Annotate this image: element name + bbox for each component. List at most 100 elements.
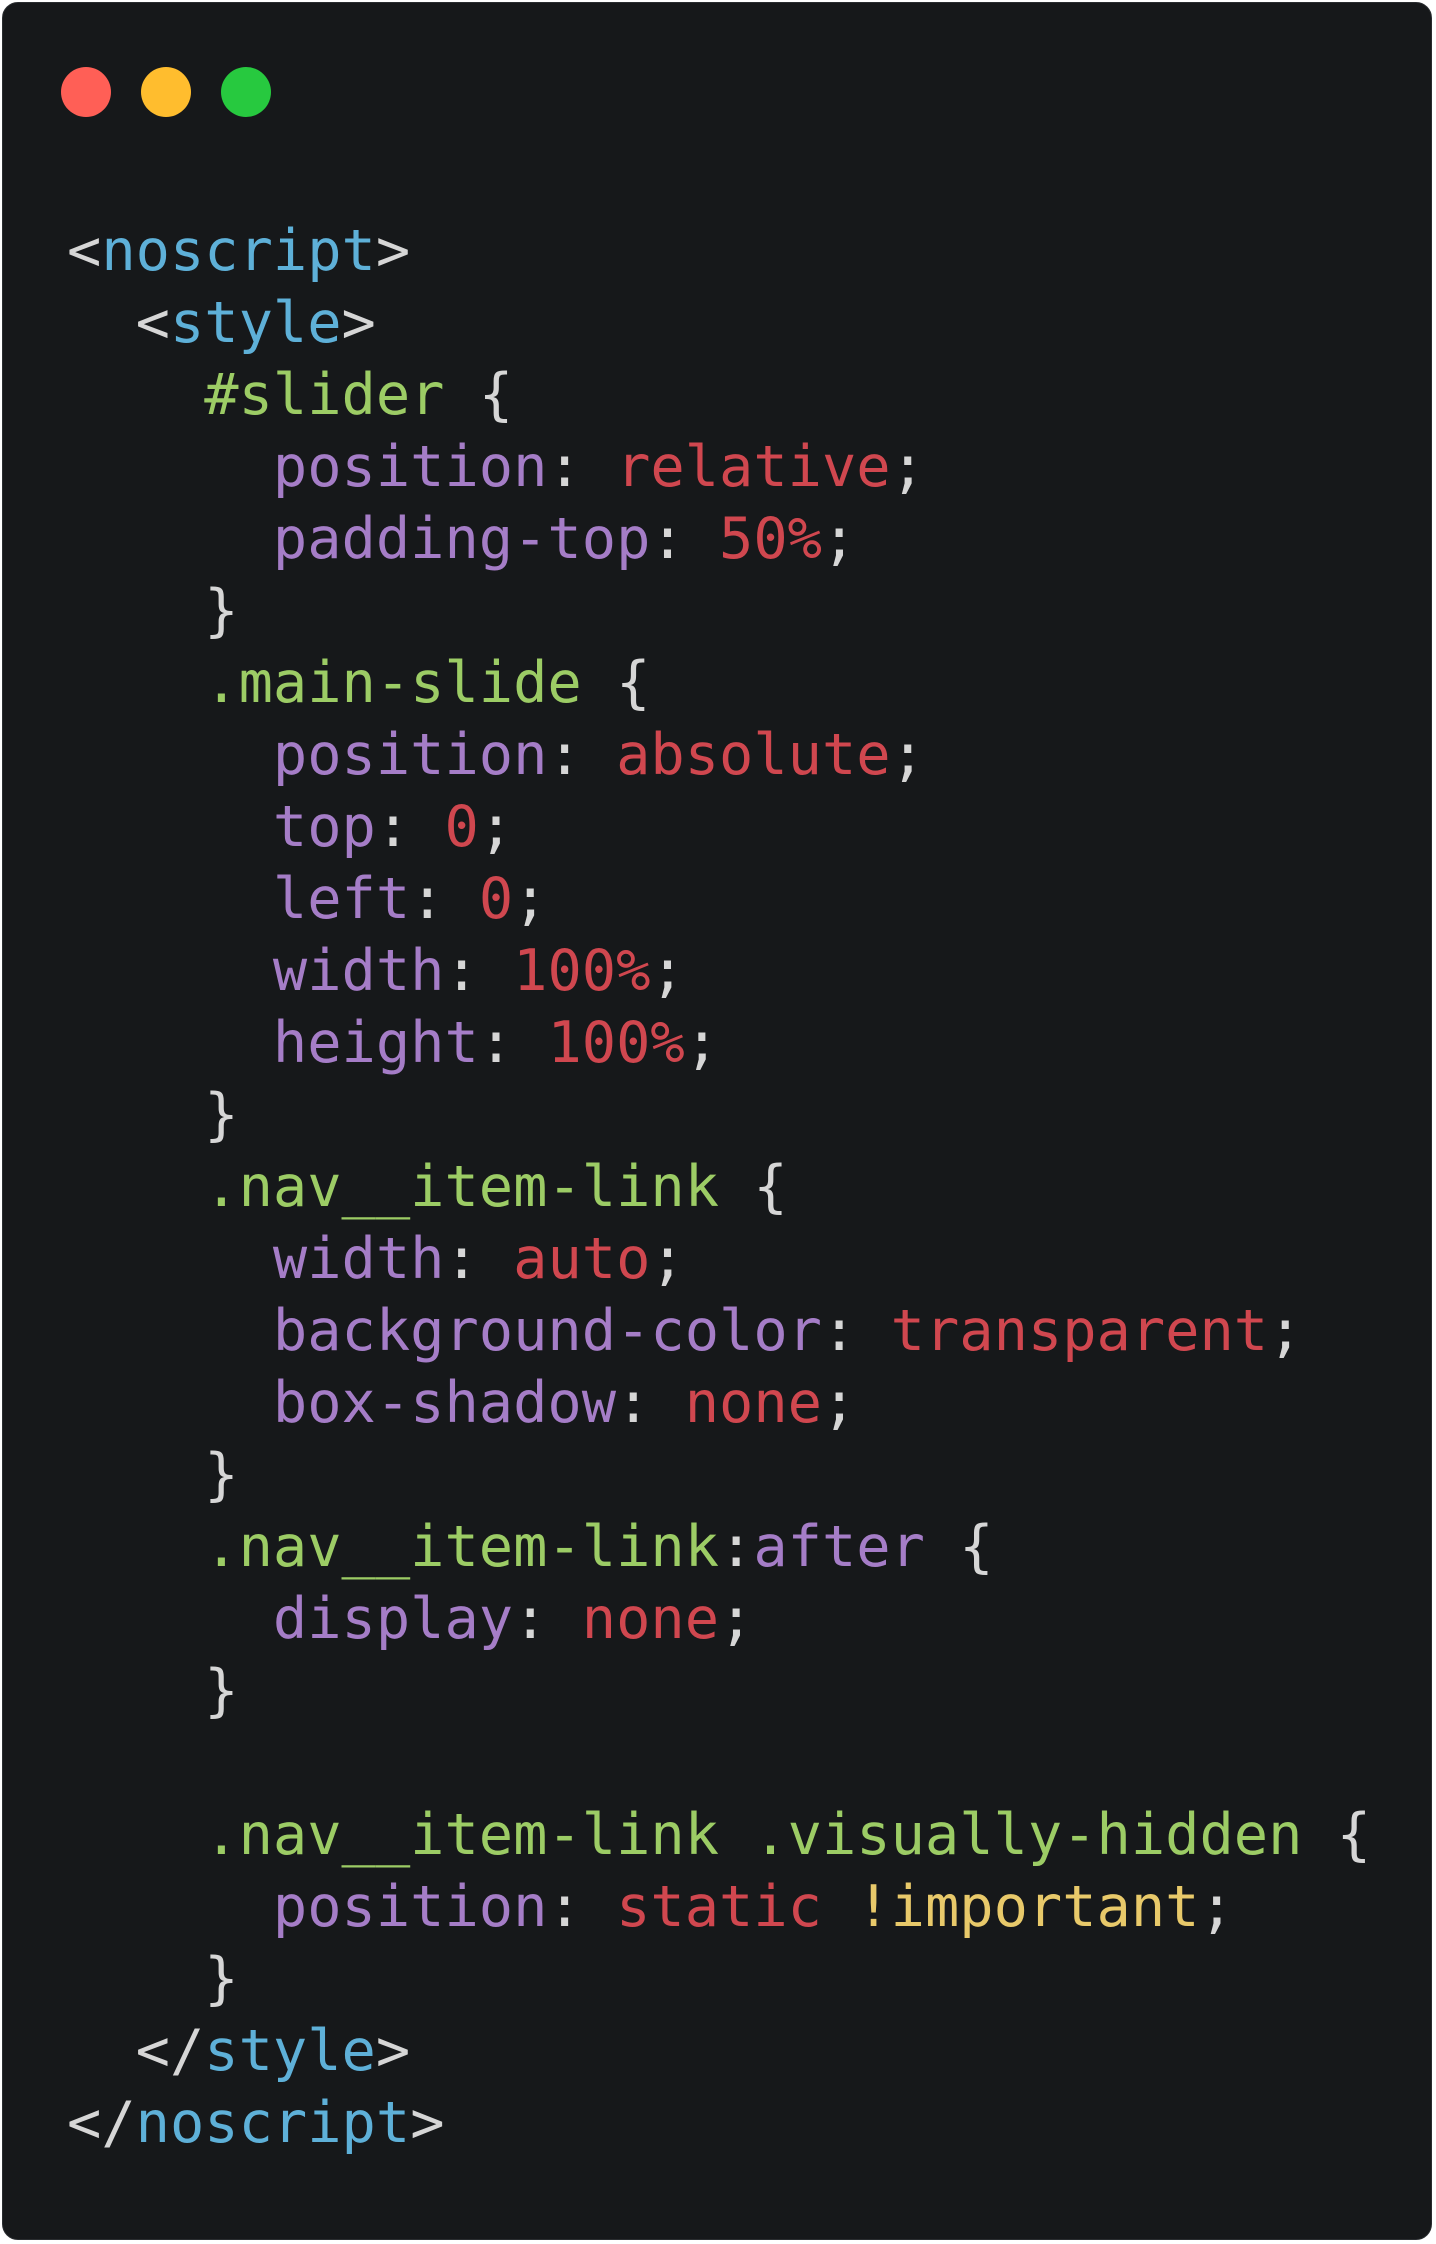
code-token-selector: #slider (67, 362, 445, 428)
minimize-button[interactable] (141, 67, 191, 117)
code-line: .nav__item-link .visually-hidden { (67, 1799, 1371, 1871)
code-line: } (67, 1079, 1371, 1151)
code-line: padding-top: 50%; (67, 503, 1371, 575)
code-token-property: position (67, 434, 548, 500)
code-token-punctuation: ; (890, 434, 925, 500)
code-line: <style> (67, 287, 1371, 359)
code-token-value: auto (513, 1226, 651, 1292)
code-line: .nav__item-link { (67, 1151, 1371, 1223)
code-token-punctuation: } (67, 1946, 239, 2012)
code-line: position: relative; (67, 431, 1371, 503)
code-line: </style> (67, 2015, 1371, 2087)
code-line: height: 100%; (67, 1007, 1371, 1079)
code-token-punctuation: } (67, 1442, 239, 1508)
code-token-punctuation: : (444, 938, 514, 1004)
code-token-punctuation: { (924, 1514, 994, 1580)
code-token-punctuation: : (547, 434, 617, 500)
code-token-punctuation: : (719, 1514, 754, 1580)
code-token-punctuation: : (821, 1298, 891, 1364)
code-token-punctuation: : (547, 1874, 617, 1940)
code-token-punctuation: ; (513, 866, 548, 932)
code-token-property: position (67, 722, 548, 788)
code-token-punctuation: </ (67, 2090, 136, 2156)
code-line: left: 0; (67, 863, 1371, 935)
code-token-punctuation: ; (650, 938, 685, 1004)
code-token-property: after (753, 1514, 925, 1580)
code-line: width: 100%; (67, 935, 1371, 1007)
code-window: <noscript> <style> #slider { position: r… (2, 2, 1432, 2240)
code-line: .nav__item-link:after { (67, 1511, 1371, 1583)
code-token-value: 0 (444, 794, 479, 860)
code-token-value: 50% (719, 506, 822, 572)
code-token-property: width (67, 938, 445, 1004)
code-token-selector: .nav__item-link (67, 1154, 720, 1220)
code-token-value: 100% (513, 938, 651, 1004)
code-token-property: left (67, 866, 411, 932)
code-line: <noscript> (67, 215, 1371, 287)
code-token-punctuation: { (581, 650, 651, 716)
code-token-punctuation: > (375, 2018, 411, 2084)
code-token-punctuation: { (719, 1154, 788, 1220)
code-line: } (67, 1943, 1371, 2015)
code-token-value: none (684, 1370, 822, 1436)
code-line: #slider { (67, 359, 1371, 431)
code-token-punctuation: ; (821, 506, 857, 572)
code-token-property: top (67, 794, 376, 860)
code-token-punctuation: : (547, 722, 617, 788)
code-token-value: 0 (478, 866, 514, 932)
code-token-punctuation: ; (478, 794, 514, 860)
maximize-button[interactable] (221, 67, 271, 117)
code-line: position: absolute; (67, 719, 1371, 791)
code-token-punctuation: : (616, 1370, 685, 1436)
code-token-property: background-color (67, 1298, 822, 1364)
code-line: </noscript> (67, 2087, 1371, 2159)
code-token-property: width (67, 1226, 445, 1292)
code-token-punctuation: } (67, 1658, 239, 1724)
code-token-punctuation: : (513, 1586, 582, 1652)
code-token-punctuation: { (444, 362, 514, 428)
code-token-selector: .main-slide (67, 650, 582, 716)
code-token-punctuation: ; (1199, 1874, 1234, 1940)
code-line: top: 0; (67, 791, 1371, 863)
code-token-punctuation: > (375, 218, 411, 284)
code-token-punctuation: ; (1268, 1298, 1303, 1364)
code-token-value: transparent (890, 1298, 1269, 1364)
code-token-value: absolute (616, 722, 891, 788)
code-line: position: static !important; (67, 1871, 1371, 1943)
code-token-property: display (67, 1586, 514, 1652)
code-token-punctuation: ; (650, 1226, 685, 1292)
code-token-punctuation: : (444, 1226, 514, 1292)
code-token-punctuation: } (67, 1082, 239, 1148)
code-token-punctuation: > (410, 2090, 445, 2156)
code-token-value: 100% (547, 1010, 685, 1076)
code-line: box-shadow: none; (67, 1367, 1371, 1439)
code-line: } (67, 1439, 1371, 1511)
code-block: <noscript> <style> #slider { position: r… (67, 215, 1371, 2159)
code-token-value: none (581, 1586, 720, 1652)
code-token-punctuation: : (375, 794, 445, 860)
code-line: display: none; (67, 1583, 1371, 1655)
code-token-selector: .nav__item-link (67, 1514, 720, 1580)
code-token-property: position (67, 1874, 548, 1940)
close-button[interactable] (61, 67, 111, 117)
code-token-tag: noscript (101, 218, 376, 284)
code-line: } (67, 1655, 1371, 1727)
code-line: } (67, 575, 1371, 647)
code-token-property: box-shadow (67, 1370, 617, 1436)
code-token-tag: noscript (135, 2090, 411, 2156)
code-token-value: static (616, 1874, 822, 1940)
code-token-selector: .nav__item-link .visually-hidden (67, 1802, 1303, 1868)
code-token-punctuation: < (67, 218, 102, 284)
code-token-punctuation: : (650, 506, 720, 572)
code-line: background-color: transparent; (67, 1295, 1371, 1367)
code-token-value: relative (616, 434, 891, 500)
code-token-important: !important (856, 1874, 1200, 1940)
code-token-punctuation: : (410, 866, 479, 932)
code-line: width: auto; (67, 1223, 1371, 1295)
code-token-punctuation: : (478, 1010, 548, 1076)
code-token-tag: style (204, 2018, 376, 2084)
code-token-punctuation (822, 1874, 856, 1940)
code-token-property: padding-top (67, 506, 651, 572)
code-token-punctuation: ; (719, 1586, 754, 1652)
